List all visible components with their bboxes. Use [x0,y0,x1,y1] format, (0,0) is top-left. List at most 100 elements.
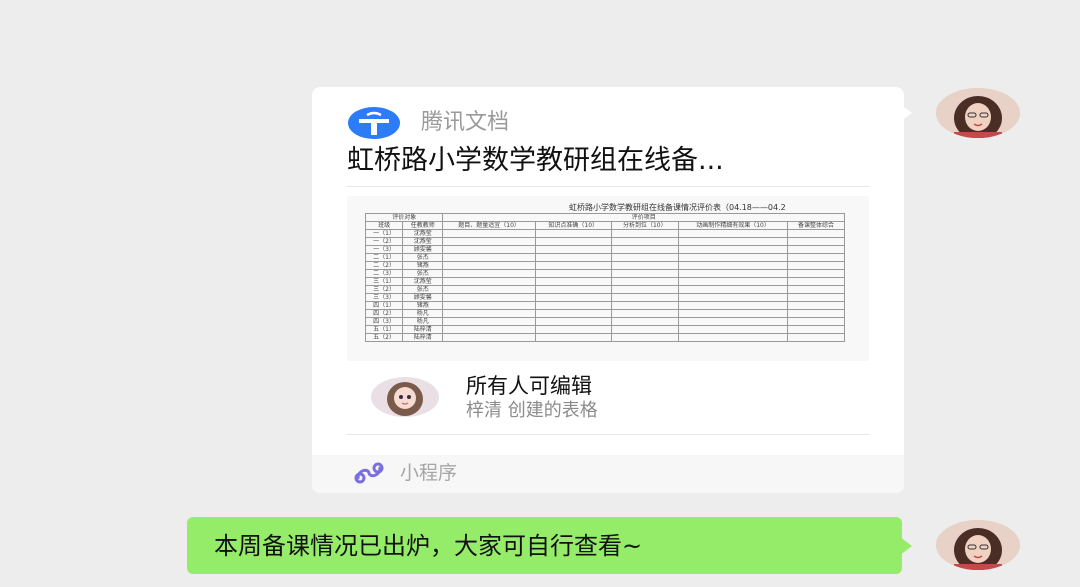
table-cell [610,237,680,246]
table-cell [610,301,680,310]
table-cell [678,325,789,334]
table-cell [678,293,789,302]
table-cell [787,237,845,246]
table-cell [678,269,789,278]
table-cell: 四（1） [364,301,404,310]
table-cell [610,309,680,318]
table-cell [534,253,612,262]
header-cell: 评价项目 [442,213,845,222]
table-cell [442,301,536,310]
creator-avatar [371,377,439,417]
table-row: 二（1） 张杰 [364,253,845,262]
table-cell [678,301,789,310]
table-cell: 五（1） [364,325,404,334]
table-header-row: 班级 任教教师 题目、题量适宜（10） 知识点准确（10） 分析到位（10） 动… [364,221,845,230]
miniprogram-label: 小程序 [400,462,458,484]
table-cell [787,253,845,262]
table-cell: 沈燕莹 [402,229,444,238]
table-cell [610,325,680,334]
header-cell: 任教教师 [402,221,444,230]
table-cell [610,285,680,294]
table-cell [787,317,845,326]
table-row: 五（1） 陆梓清 [364,325,845,334]
table-cell [610,317,680,326]
table-row: 四（1） 锗燕 [364,301,845,310]
table-cell [787,309,845,318]
table-cell [442,317,536,326]
brand-name: 腾讯文档 [421,110,510,135]
table-cell [442,261,536,270]
table-cell [678,237,789,246]
table-cell [442,229,536,238]
doc-preview-thumbnail[interactable]: 虹桥路小学数学教研组在线备课情况评价表（04.18——04.2 评价对象 评价项… [347,196,869,361]
table-row: 四（2） 杨凡 [364,309,845,318]
table-cell [534,261,612,270]
divider [347,434,869,435]
table-cell [534,333,612,342]
avatar-image [936,88,1020,138]
table-cell [442,237,536,246]
table-cell [678,245,789,254]
table-cell: 顾雯馨 [402,293,444,302]
permission-label: 所有人可编辑 [466,374,592,398]
header-cell: 分析到位（10） [610,221,680,230]
table-cell: 三（3） [364,293,404,302]
table-cell [787,269,845,278]
message-bubble-tail [900,537,912,555]
header-cell: 题目、题量适宜（10） [442,221,536,230]
table-cell: 三（1） [364,277,404,286]
table-cell [787,325,845,334]
table-row: 三（2） 张杰 [364,285,845,294]
header-cell: 评价对象 [364,213,444,222]
table-header-row: 评价对象 评价项目 [364,213,845,222]
preview-sheet-title: 虹桥路小学数学教研组在线备课情况评价表（04.18——04.2 [569,203,786,212]
table-row: 一（3） 顾雯馨 [364,245,845,254]
sender-avatar-top[interactable] [936,88,1020,138]
table-cell [678,229,789,238]
table-cell [534,301,612,310]
table-cell: 三（2） [364,285,404,294]
preview-sheet-table: 评价对象 评价项目 班级 任教教师 题目、题量适宜（10） 知识点准确（10） … [364,213,845,342]
table-row: 一（2） 沈燕莹 [364,237,845,246]
table-cell [678,317,789,326]
table-cell: 沈燕莹 [402,277,444,286]
table-row: 四（3） 杨凡 [364,317,845,326]
header-cell: 动画制作精细有效果（10） [678,221,789,230]
table-cell [678,285,789,294]
card-tail [900,104,912,122]
table-cell: 杨凡 [402,317,444,326]
table-cell [442,285,536,294]
table-cell [534,285,612,294]
table-cell [534,293,612,302]
table-cell [787,245,845,254]
table-cell [442,277,536,286]
table-cell [787,261,845,270]
table-cell: 二（2） [364,261,404,270]
table-cell: 锗燕 [402,261,444,270]
header-cell: 备课整体综合 [787,221,845,230]
creator-label: 梓清 创建的表格 [466,400,598,421]
table-cell [534,229,612,238]
doc-title[interactable]: 虹桥路小学数学教研组在线备... [347,143,867,179]
table-cell: 张杰 [402,269,444,278]
table-cell: 一（2） [364,237,404,246]
table-cell: 四（3） [364,317,404,326]
table-cell [534,245,612,254]
table-cell [678,261,789,270]
table-cell [442,293,536,302]
divider [347,186,869,187]
table-cell [610,229,680,238]
table-cell [610,245,680,254]
table-cell [787,333,845,342]
sender-avatar-bottom[interactable] [936,520,1020,570]
table-cell: 张杰 [402,285,444,294]
table-cell [442,269,536,278]
table-cell: 一（1） [364,229,404,238]
table-cell [678,333,789,342]
table-cell [610,277,680,286]
table-cell [787,277,845,286]
table-cell: 二（3） [364,269,404,278]
table-cell: 沈燕莹 [402,237,444,246]
table-cell [442,325,536,334]
table-cell [610,253,680,262]
